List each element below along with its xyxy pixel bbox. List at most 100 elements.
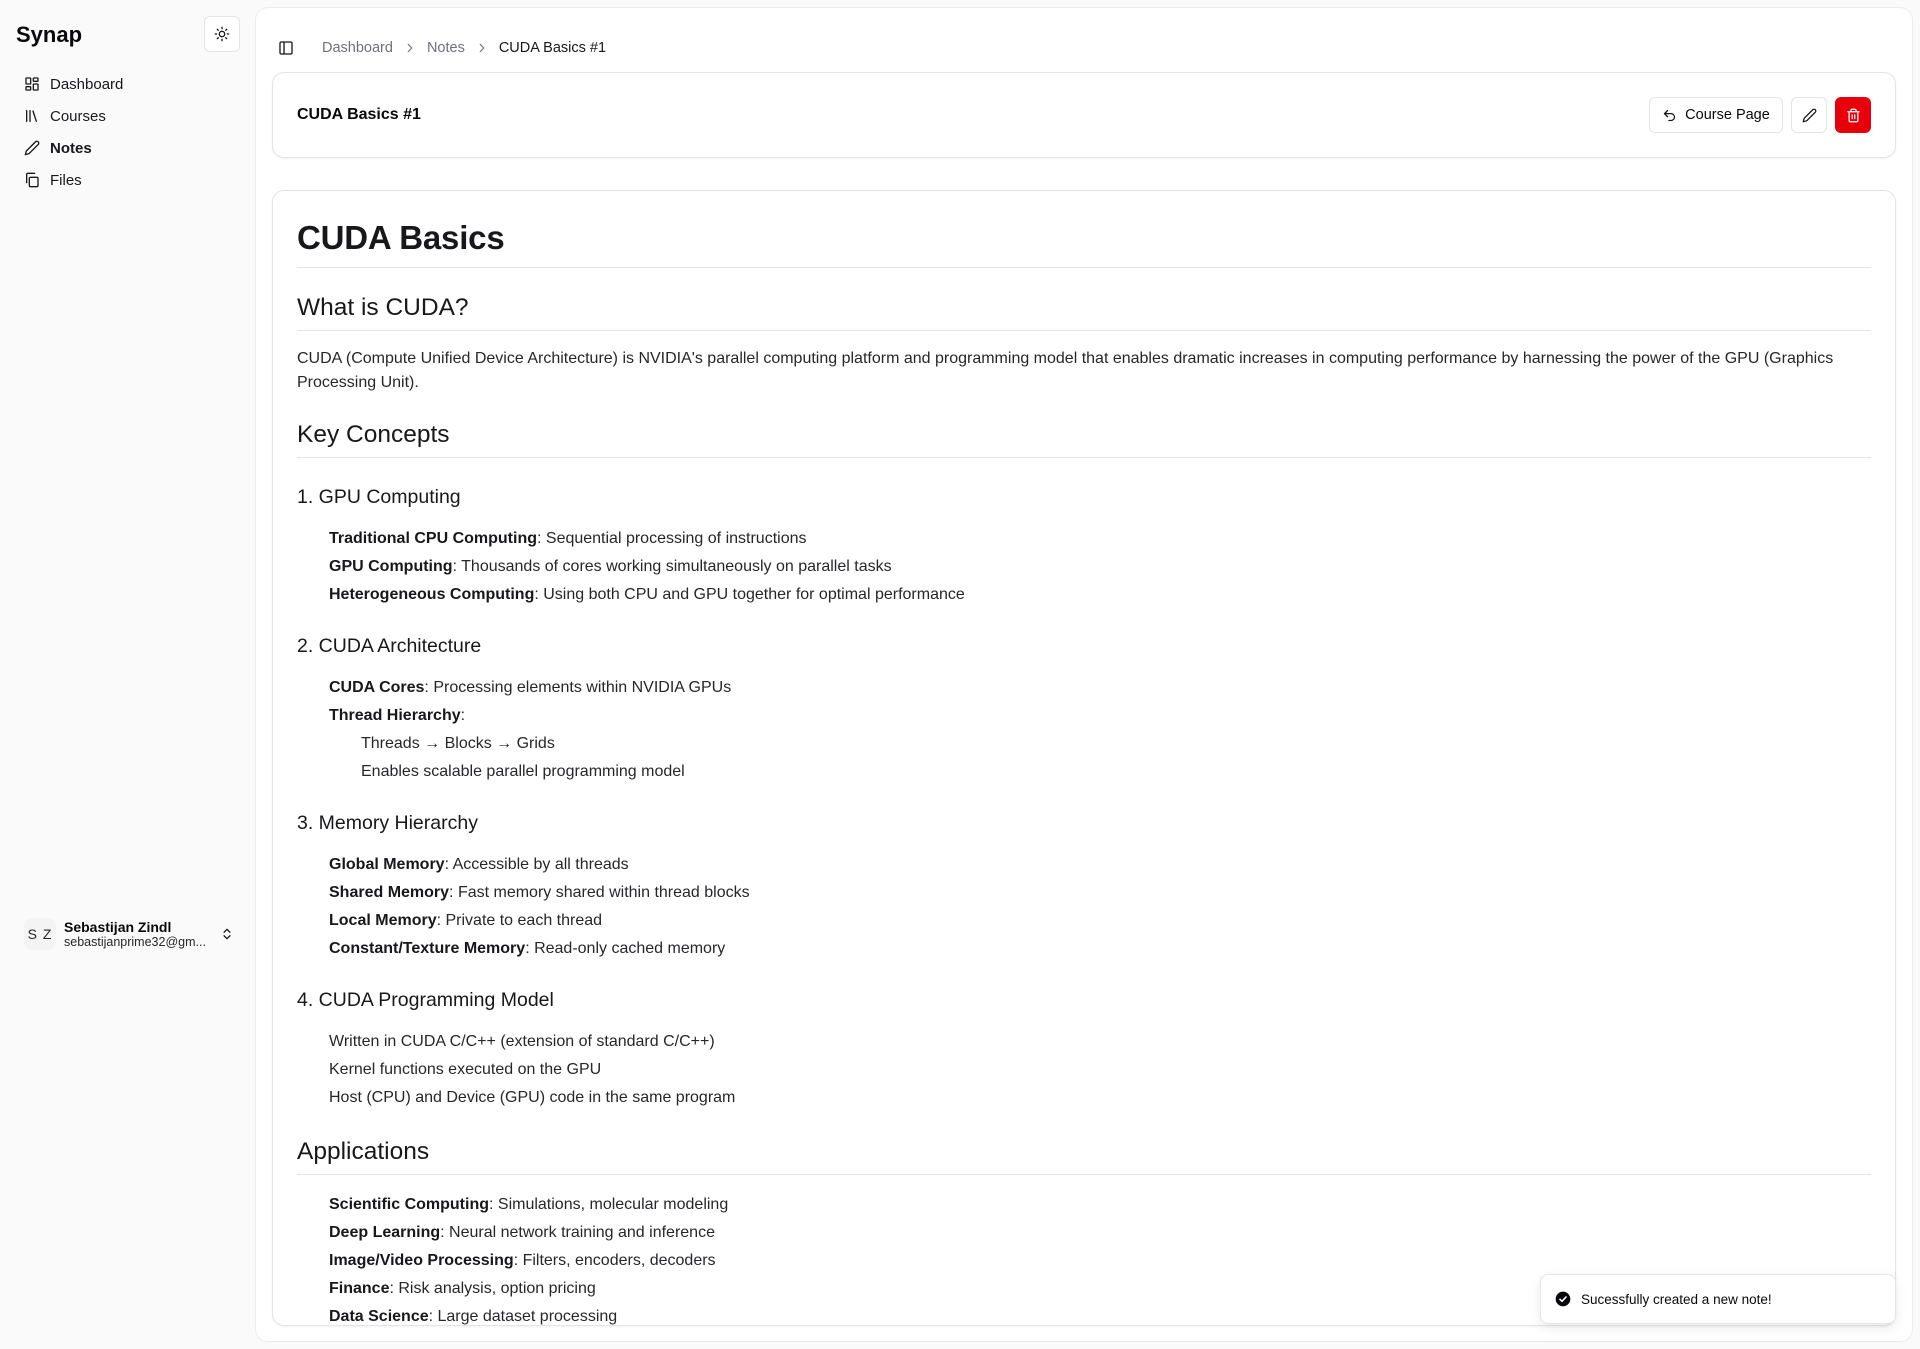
note-content: CUDA Basics What is CUDA? CUDA (Compute … [297, 215, 1871, 1331]
sidebar: Synap Dashboard Courses Notes Files S Z … [0, 0, 256, 1349]
chevrons-up-down-icon [223, 928, 231, 940]
what-is-cuda-paragraph: CUDA (Compute Unified Device Architectur… [297, 350, 1834, 391]
undo-icon [1664, 109, 1676, 121]
delete-note-button[interactable] [1835, 97, 1871, 133]
list-term: Constant/Texture Memory [329, 940, 526, 957]
user-info: Sebastijan Zindl sebastijanprime32@gm... [64, 919, 212, 949]
list-desc: : [460, 707, 466, 724]
panel-left-icon [279, 41, 293, 55]
list-item: CUDA Cores: Processing elements within N… [329, 674, 1871, 702]
list-desc: : Private to each thread [436, 912, 603, 929]
list-item: Host (CPU) and Device (GPU) code in the … [329, 1089, 736, 1106]
breadcrumb: Dashboard Notes CUDA Basics #1 [322, 40, 606, 56]
note-actions: Course Page [1649, 97, 1871, 133]
list-item: Scientific Computing: Simulations, molec… [329, 1191, 1871, 1219]
toast-message: Sucessfully created a new note! [1581, 1291, 1772, 1307]
list-term: Image/Video Processing [329, 1252, 514, 1269]
layout-dashboard-icon [25, 77, 39, 91]
sidebar-toggle-button[interactable] [272, 34, 300, 62]
list-term: Global Memory [329, 856, 445, 873]
list-term: Deep Learning [329, 1224, 441, 1241]
list-desc: : Fast memory shared within thread block… [449, 884, 750, 901]
list-desc: : Processing elements within NVIDIA GPUs [424, 679, 732, 696]
chevron-right-icon [475, 41, 489, 55]
subheading-memory-hierarchy: 3. Memory Hierarchy [297, 812, 478, 834]
list-desc: : Accessible by all threads [444, 856, 629, 873]
list-item: Written in CUDA C/C++ (extension of stan… [329, 1033, 715, 1050]
section-heading-applications: Applications [297, 1138, 1871, 1175]
thread-hierarchy-sublist: Threads → Blocks → Grids Enables scalabl… [329, 730, 1871, 786]
check-circle-icon [1555, 1291, 1571, 1307]
library-icon [26, 110, 37, 122]
topbar: Dashboard Notes CUDA Basics #1 [272, 24, 606, 72]
sidebar-item-label: Notes [50, 139, 92, 157]
sidebar-item-label: Dashboard [50, 75, 124, 93]
list-item: Global Memory: Accessible by all threads [329, 851, 1871, 879]
list-item: Image/Video Processing: Filters, encoder… [329, 1247, 1871, 1275]
programming-model-list: Written in CUDA C/C++ (extension of stan… [297, 1028, 1871, 1112]
list-term: CUDA Cores [329, 679, 425, 696]
note-heading: CUDA Basics [297, 215, 1871, 268]
list-desc: : Simulations, molecular modeling [489, 1196, 729, 1213]
list-item: Heterogeneous Computing: Using both CPU … [329, 581, 1871, 609]
list-desc: : Risk analysis, option pricing [389, 1280, 596, 1297]
sidebar-nav: Dashboard Courses Notes Files [16, 68, 240, 196]
pencil-icon [24, 140, 40, 156]
list-item: Constant/Texture Memory: Read-only cache… [329, 935, 1871, 963]
note-title: CUDA Basics #1 [297, 106, 421, 123]
sidebar-item-notes[interactable]: Notes [16, 132, 240, 164]
list-item: Thread Hierarchy: [329, 702, 1871, 730]
list-term: GPU Computing [329, 558, 453, 575]
list-desc: : Read-only cached memory [525, 940, 726, 957]
list-item: Kernel functions executed on the GPU [329, 1061, 602, 1078]
sun-icon [214, 26, 230, 42]
list-term: Traditional CPU Computing [329, 530, 537, 547]
list-item: Deep Learning: Neural network training a… [329, 1219, 1871, 1247]
list-item: Shared Memory: Fast memory shared within… [329, 879, 1871, 907]
list-desc: : Using both CPU and GPU together for op… [534, 586, 965, 603]
course-page-button[interactable]: Course Page [1649, 97, 1783, 133]
app-brand[interactable]: Synap [16, 22, 82, 48]
subheading-gpu-computing: 1. GPU Computing [297, 486, 461, 508]
chevron-right-icon [403, 41, 417, 55]
section-heading-what-is-cuda: What is CUDA? [297, 294, 1871, 331]
user-email: sebastijanprime32@gm... [64, 935, 206, 949]
user-menu[interactable]: S Z Sebastijan Zindl sebastijanprime32@g… [16, 912, 240, 956]
list-term: Finance [329, 1280, 390, 1297]
list-desc: : Sequential processing of instructions [537, 530, 807, 547]
note-content-card: CUDA Basics What is CUDA? CUDA (Compute … [272, 190, 1896, 1326]
main-content: Dashboard Notes CUDA Basics #1 CUDA Basi… [256, 8, 1912, 1341]
list-desc: : Filters, encoders, decoders [513, 1252, 716, 1269]
cuda-architecture-list: CUDA Cores: Processing elements within N… [297, 674, 1871, 786]
sidebar-item-files[interactable]: Files [16, 164, 240, 196]
list-term: Local Memory [329, 912, 437, 929]
course-page-label: Course Page [1685, 107, 1770, 123]
sidebar-item-dashboard[interactable]: Dashboard [16, 68, 240, 100]
section-heading-key-concepts: Key Concepts [297, 421, 1871, 458]
toast-notification[interactable]: Sucessfully created a new note! [1540, 1274, 1896, 1324]
breadcrumb-current: CUDA Basics #1 [498, 40, 607, 56]
list-term: Thread Hierarchy [329, 707, 461, 724]
pencil-icon [1802, 108, 1816, 122]
sidebar-item-label: Files [50, 171, 82, 189]
list-item: Enables scalable parallel programming mo… [361, 763, 685, 780]
subheading-cuda-architecture: 2. CUDA Architecture [297, 635, 482, 657]
list-item: Traditional CPU Computing: Sequential pr… [329, 525, 1871, 553]
breadcrumb-dashboard[interactable]: Dashboard [322, 40, 393, 56]
list-desc: : Neural network training and inference [440, 1224, 715, 1241]
list-desc: : Large dataset processing [428, 1308, 618, 1325]
breadcrumb-notes[interactable]: Notes [427, 40, 465, 56]
list-desc: : Thousands of cores working simultaneou… [452, 558, 892, 575]
memory-hierarchy-list: Global Memory: Accessible by all threads… [297, 851, 1871, 963]
theme-toggle-button[interactable] [204, 16, 240, 52]
sidebar-item-label: Courses [50, 107, 106, 125]
list-item: GPU Computing: Thousands of cores workin… [329, 553, 1871, 581]
trash-icon [1846, 108, 1860, 122]
user-name: Sebastijan Zindl [64, 919, 172, 935]
sidebar-item-courses[interactable]: Courses [16, 100, 240, 132]
list-item: Local Memory: Private to each thread [329, 907, 1871, 935]
gpu-computing-list: Traditional CPU Computing: Sequential pr… [297, 525, 1871, 609]
edit-note-button[interactable] [1791, 97, 1827, 133]
avatar: S Z [24, 918, 56, 950]
subheading-programming-model: 4. CUDA Programming Model [297, 989, 554, 1011]
